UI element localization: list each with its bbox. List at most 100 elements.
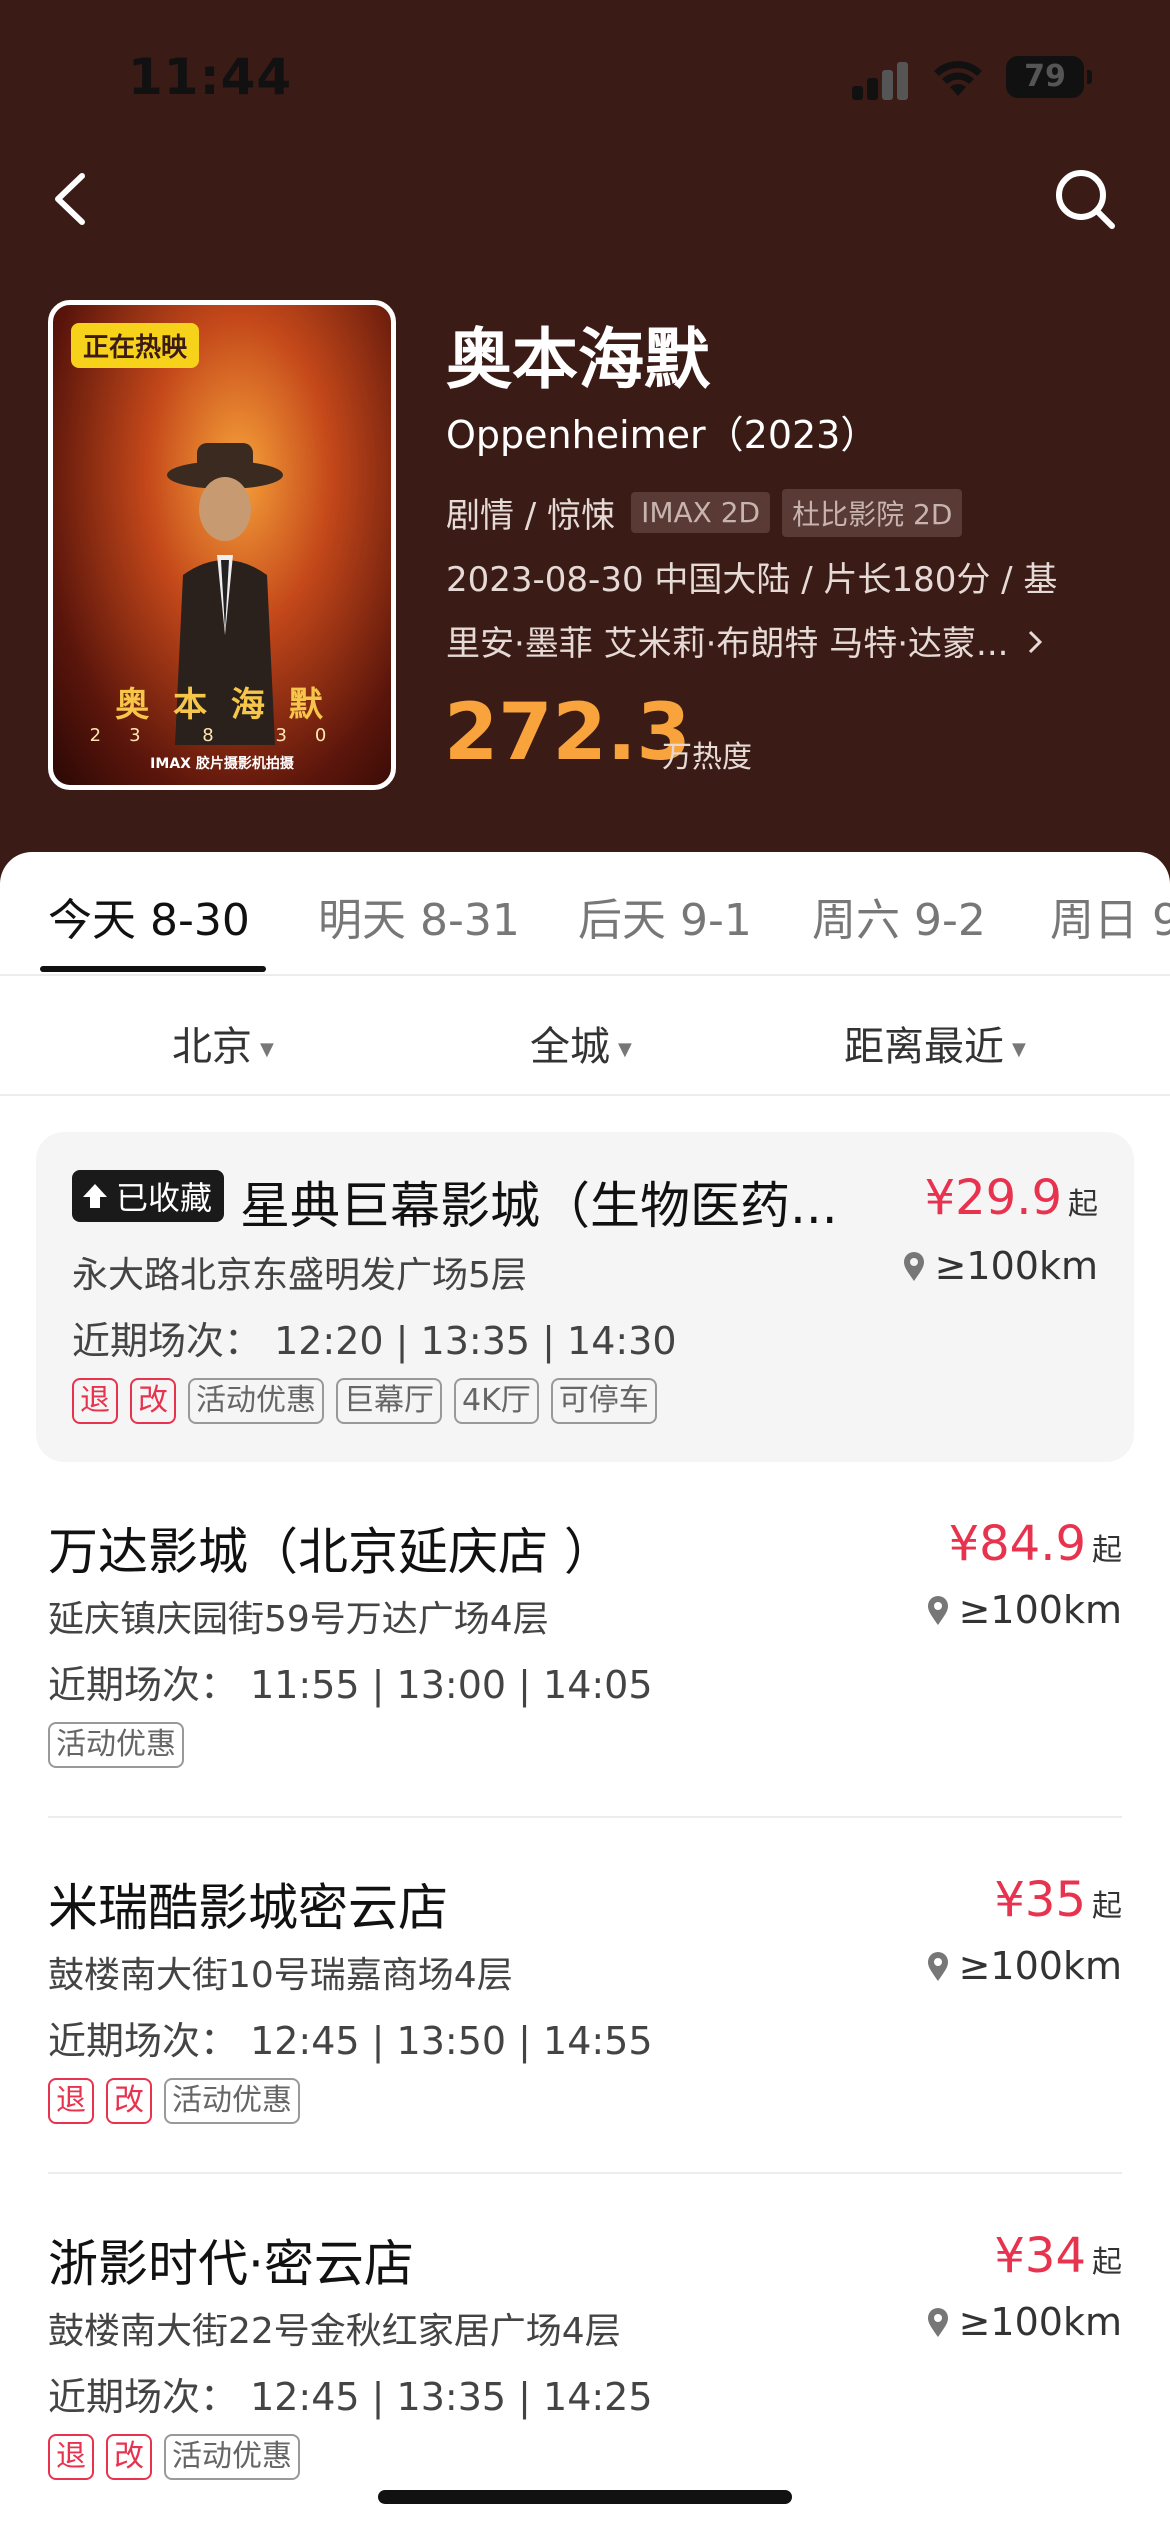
cinema-card[interactable]: 浙影时代·密云店 ¥34 起 ≥100km 鼓楼南大街22号金秋红家居广场4层 近… <box>0 2224 1170 2524</box>
caret-down-icon: ▼ <box>1012 1038 1026 1060</box>
feature-tag: 巨幕厅 <box>336 1378 442 1424</box>
district-filter-label: 全城 <box>530 1024 610 1070</box>
poster-bottom-text: IMAX 胶片摄影机拍摄 <box>150 756 294 772</box>
cinema-tags: 退 改 活动优惠 <box>48 2078 312 2124</box>
divider <box>48 2172 1122 2174</box>
location-pin-icon <box>927 2308 948 2337</box>
heat-unit: 万热度 <box>662 740 752 775</box>
tab-sunday[interactable]: 周日 9-3 <box>1050 884 1170 948</box>
cinema-price: ¥35 起 <box>994 1872 1122 1928</box>
cinema-address: 鼓楼南大街22号金秋红家居广场4层 <box>48 2311 621 2352</box>
city-filter-label: 北京 <box>172 1024 252 1070</box>
refund-tag: 退 <box>72 1378 118 1424</box>
cinema-showtimes: 近期场次： 12:45 | 13:50 | 14:55 <box>48 2019 653 2063</box>
price-suffix: 起 <box>1092 2245 1122 2280</box>
location-pin-icon <box>927 1596 948 1625</box>
status-time: 11:44 <box>128 48 293 106</box>
format-tag-imax: IMAX 2D <box>631 492 771 533</box>
cinema-address: 延庆镇庆园街59号万达广场4层 <box>48 1599 549 1640</box>
cinema-distance: ≥100km <box>927 2300 1122 2344</box>
cinema-name: 米瑞酷影城密云店 <box>48 1879 448 1937</box>
feature-tag: 活动优惠 <box>188 1378 324 1424</box>
feature-tag: 可停车 <box>550 1378 657 1424</box>
cinema-tags: 活动优惠 <box>48 1722 196 1768</box>
change-tag: 改 <box>106 2434 152 2480</box>
caret-down-icon: ▼ <box>618 1038 632 1060</box>
tab-today[interactable]: 今天 8-30 <box>48 884 250 948</box>
tab-tomorrow[interactable]: 明天 8-31 <box>318 884 520 948</box>
caret-down-icon: ▼ <box>260 1038 274 1060</box>
battery-icon: 79 <box>1006 56 1092 98</box>
distance-value: ≥100km <box>958 1588 1122 1632</box>
tab-saturday[interactable]: 周六 9-2 <box>812 884 986 948</box>
movie-release-info: 2023-08-30 中国大陆 / 片长180分 / 基 <box>446 560 1058 600</box>
filter-bar: 北京 ▼ 全城 ▼ 距离最近 ▼ <box>0 976 1170 1096</box>
price-suffix: 起 <box>1092 1889 1122 1924</box>
movie-cast-text: 里安·墨菲 艾米莉·布朗特 马特·达蒙... <box>446 624 1009 664</box>
cinema-card[interactable]: 已收藏 星典巨幕影城（生物医药... ¥29.9 起 ≥100km 永大路北京东盛… <box>36 1132 1134 1462</box>
cinema-price: ¥29.9 起 <box>925 1170 1098 1226</box>
location-pin-icon <box>903 1252 924 1281</box>
cinema-tags: 退 改 活动优惠 <box>48 2434 312 2480</box>
distance-value: ≥100km <box>934 1244 1098 1288</box>
price-suffix: 起 <box>1092 1533 1122 1568</box>
cinema-address: 鼓楼南大街10号瑞嘉商场4层 <box>48 1955 513 1996</box>
cinema-distance: ≥100km <box>927 1588 1122 1632</box>
cinema-showtimes: 近期场次： 11:55 | 13:00 | 14:05 <box>48 1663 653 1707</box>
poster-date: 23 8 30 <box>89 725 355 746</box>
movie-english-title: Oppenheimer（2023） <box>446 413 879 457</box>
change-tag: 改 <box>106 2078 152 2124</box>
cinema-card[interactable]: 米瑞酷影城密云店 ¥35 起 ≥100km 鼓楼南大街10号瑞嘉商场4层 近期场次… <box>0 1868 1170 2168</box>
cinema-showtimes: 近期场次： 12:45 | 13:35 | 14:25 <box>48 2375 653 2419</box>
cinema-name: 浙影时代·密云店 <box>48 2235 414 2293</box>
date-tabs: 今天 8-30 明天 8-31 后天 9-1 周六 9-2 周日 9-3 <box>0 852 1170 976</box>
sort-filter[interactable]: 距离最近 ▼ <box>844 1014 1026 1072</box>
tab-day-after[interactable]: 后天 9-1 <box>578 884 752 948</box>
feature-tag: 活动优惠 <box>48 1722 184 1768</box>
favorited-badge: 已收藏 <box>72 1170 225 1222</box>
movie-genre: 剧情 / 惊悚 <box>446 496 616 536</box>
wifi-icon <box>934 61 982 96</box>
price-value: ¥29.9 <box>924 1170 1062 1226</box>
cinema-tags: 退 改 活动优惠 巨幕厅 4K厅 可停车 <box>72 1378 669 1424</box>
search-icon[interactable] <box>1050 164 1120 234</box>
refund-tag: 退 <box>48 2078 94 2124</box>
now-showing-badge: 正在热映 <box>71 323 200 368</box>
cinema-showtimes: 近期场次： 12:20 | 13:35 | 14:30 <box>72 1319 677 1363</box>
chevron-right-icon <box>1029 630 1043 654</box>
feature-tag: 4K厅 <box>454 1378 539 1424</box>
format-tag-dolby: 杜比影院 2D <box>782 488 963 537</box>
sort-filter-label: 距离最近 <box>844 1024 1004 1070</box>
cinema-distance: ≥100km <box>927 1944 1122 1988</box>
price-suffix: 起 <box>1068 1187 1098 1222</box>
back-icon[interactable] <box>42 164 102 234</box>
movie-genre-row: 剧情 / 惊悚 IMAX 2D 杜比影院 2D <box>446 488 963 537</box>
cinema-name: 星典巨幕影城（生物医药... <box>240 1177 838 1235</box>
cinema-distance: ≥100km <box>903 1244 1098 1288</box>
price-value: ¥34 <box>994 2228 1086 2284</box>
refund-tag: 退 <box>48 2434 94 2480</box>
movie-cast[interactable]: 里安·墨菲 艾米莉·布朗特 马特·达蒙... <box>446 616 1045 665</box>
cinema-price: ¥84.9 起 <box>949 1516 1122 1572</box>
district-filter[interactable]: 全城 ▼ <box>530 1014 632 1072</box>
price-value: ¥84.9 <box>948 1516 1086 1572</box>
price-value: ¥35 <box>994 1872 1086 1928</box>
movie-header: 11:44 79 正在热映 奥 本 海 默 23 8 30 IMAX 胶片摄影机… <box>0 0 1170 900</box>
home-indicator[interactable] <box>378 2490 792 2504</box>
favorited-label: 已收藏 <box>116 1179 213 1217</box>
cinema-price: ¥34 起 <box>994 2228 1122 2284</box>
cinema-card[interactable]: 万达影城（北京延庆店 ） ¥84.9 起 ≥100km 延庆镇庆园街59号万达广场… <box>0 1512 1170 1812</box>
change-tag: 改 <box>130 1378 176 1424</box>
active-tab-indicator <box>40 966 266 972</box>
poster-title: 奥 本 海 默 <box>115 685 329 725</box>
movie-poster[interactable]: 正在热映 奥 本 海 默 23 8 30 IMAX 胶片摄影机拍摄 <box>48 300 396 790</box>
city-filter[interactable]: 北京 ▼ <box>172 1014 274 1072</box>
cellular-signal-icon <box>852 60 912 100</box>
distance-value: ≥100km <box>958 2300 1122 2344</box>
feature-tag: 活动优惠 <box>164 2434 300 2480</box>
movie-title: 奥本海默 <box>446 321 710 398</box>
divider <box>48 1816 1122 1818</box>
showtime-content: 今天 8-30 明天 8-31 后天 9-1 周六 9-2 周日 9-3 北京 ▼… <box>0 852 1170 2532</box>
cinema-address: 永大路北京东盛明发广场5层 <box>72 1255 527 1296</box>
cinema-name: 万达影城（北京延庆店 ） <box>48 1523 614 1581</box>
